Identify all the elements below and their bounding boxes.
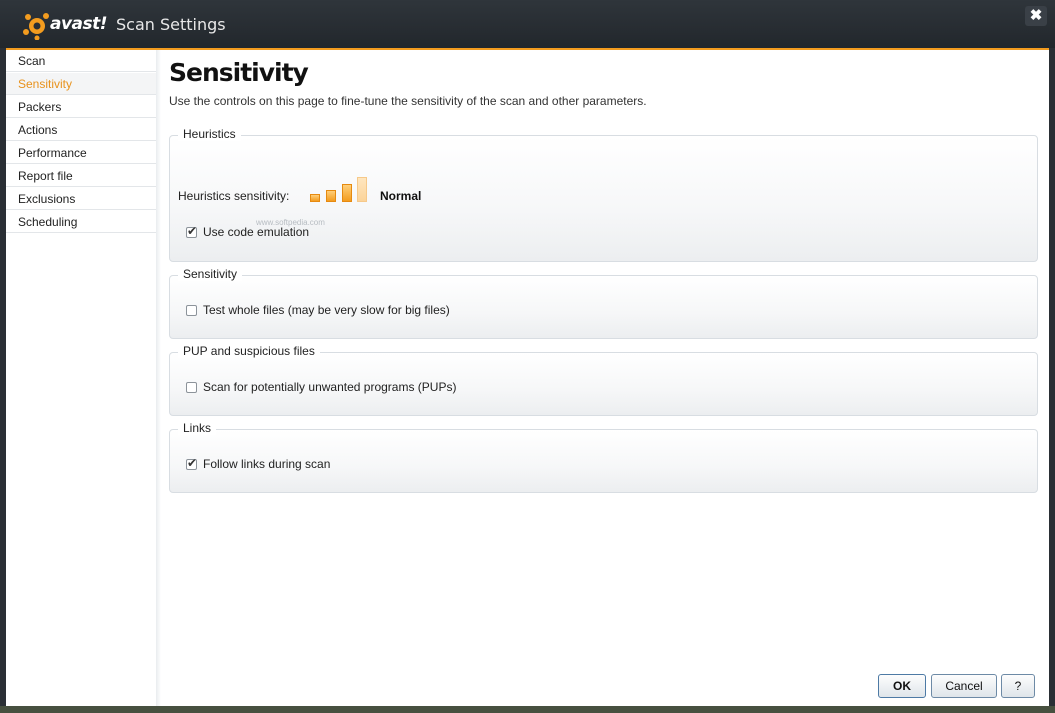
sidebar-item-sensitivity[interactable]: Sensitivity (6, 73, 156, 95)
links-group-label: Links (178, 421, 217, 435)
sidebar-divider (156, 50, 161, 706)
close-icon: ✖ (1029, 7, 1043, 24)
sensitivity-bar (310, 194, 320, 202)
window-title: Scan Settings (116, 15, 226, 34)
sidebar-item-performance[interactable]: Performance (6, 142, 156, 164)
pup-label: Scan for potentially unwanted programs (… (203, 380, 457, 394)
avast-logo: avast! (22, 10, 110, 42)
whole-files-label: Test whole files (may be very slow for b… (203, 303, 450, 317)
follow-links-checkbox[interactable] (186, 456, 197, 470)
sensitivity-bar (326, 190, 336, 202)
heuristics-level-value: Normal (380, 189, 422, 203)
help-button[interactable]: ? (1001, 674, 1035, 698)
close-button[interactable]: ✖ (1025, 6, 1047, 26)
ok-button[interactable]: OK (878, 674, 926, 698)
sidebar-item-scheduling[interactable]: Scheduling (6, 211, 156, 233)
title-bar: avast! Scan Settings ✖ (0, 0, 1055, 48)
sidebar-item-report-file[interactable]: Report file (6, 165, 156, 187)
pup-checkbox[interactable] (186, 382, 197, 393)
avast-brand-text: avast! (50, 14, 108, 34)
cancel-button[interactable]: Cancel (931, 674, 997, 698)
sidebar-item-packers[interactable]: Packers (6, 96, 156, 118)
sensitivity-group-label: Sensitivity (178, 267, 243, 281)
sidebar-item-exclusions[interactable]: Exclusions (6, 188, 156, 210)
pup-group-label: PUP and suspicious files (178, 344, 320, 358)
page-title: Sensitivity (169, 58, 309, 87)
heuristics-sensitivity-label: Heuristics sensitivity: (178, 189, 290, 203)
sensitivity-bar (342, 184, 352, 202)
settings-content: Scan Sensitivity Packers Actions Perform… (6, 50, 1049, 706)
heuristics-group: Heuristics Heuristics sensitivity: Norma… (169, 127, 1038, 262)
sensitivity-bar (357, 177, 367, 202)
heuristics-sensitivity-slider[interactable] (310, 176, 368, 202)
code-emulation-label: Use code emulation (203, 225, 310, 239)
heuristics-group-label: Heuristics (178, 127, 241, 141)
sensitivity-group: Sensitivity Test whole files (may be ver… (169, 267, 1038, 339)
pup-group: PUP and suspicious files Scan for potent… (169, 344, 1038, 416)
sidebar-nav: Scan Sensitivity Packers Actions Perform… (6, 50, 157, 706)
scan-settings-window: avast! Scan Settings ✖ Scan Sensitivity … (0, 0, 1055, 713)
sidebar-item-scan[interactable]: Scan (6, 50, 156, 72)
whole-files-checkbox[interactable] (186, 305, 197, 316)
desktop-background-strip (0, 706, 1055, 713)
follow-links-label: Follow links during scan (203, 457, 331, 471)
code-emulation-checkbox[interactable] (186, 224, 197, 238)
sidebar-item-actions[interactable]: Actions (6, 119, 156, 141)
page-description: Use the controls on this page to fine-tu… (169, 94, 647, 108)
links-group: Links Follow links during scan (169, 421, 1038, 493)
